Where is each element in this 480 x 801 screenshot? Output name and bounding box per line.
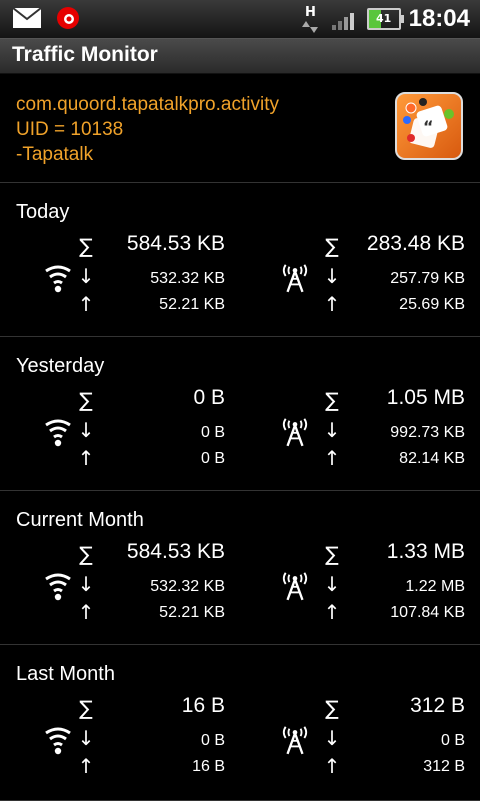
- wifi-download-value: 0 B: [200, 424, 225, 441]
- mobile-total-value: 1.33 MB: [386, 540, 465, 563]
- tapatalk-app-icon: “: [395, 92, 463, 160]
- upload-arrow-icon: ↑: [323, 600, 341, 624]
- app-header: com.quoord.tapatalkpro.activity UID = 10…: [0, 74, 480, 183]
- mobile-traffic: ∑ ↓ ↑ 1.05 MB 992.73 KB 82.14 KB: [240, 386, 480, 479]
- wifi-upload-value: 0 B: [200, 450, 225, 467]
- section-title: Current Month: [16, 509, 144, 531]
- mail-icon: [12, 7, 42, 28]
- wifi-traffic: ∑ ↓ ↑ 16 B 0 B 16 B: [0, 694, 240, 787]
- title-bar: Traffic Monitor: [0, 39, 480, 74]
- page-title: Traffic Monitor: [12, 43, 158, 66]
- mobile-upload-value: 107.84 KB: [390, 604, 465, 621]
- mobile-upload-value: 25.69 KB: [399, 296, 465, 313]
- wifi-icon: [45, 573, 71, 601]
- app-info: com.quoord.tapatalkpro.activity UID = 10…: [16, 92, 279, 167]
- mobile-traffic: ∑ ↓ ↑ 1.33 MB 1.22 MB 107.84 KB: [240, 540, 480, 633]
- download-arrow-icon: ↓: [323, 726, 341, 750]
- wifi-download-value: 0 B: [200, 732, 225, 749]
- mobile-traffic: ∑ ↓ ↑ 283.48 KB 257.79 KB 25.69 KB: [240, 232, 480, 325]
- total-symbol: ∑: [325, 696, 339, 720]
- download-arrow-icon: ↓: [77, 418, 95, 442]
- wifi-download-value: 532.32 KB: [150, 270, 225, 287]
- wifi-icon: [45, 727, 71, 755]
- wifi-upload-value: 52.21 KB: [159, 296, 225, 313]
- upload-arrow-icon: ↑: [323, 446, 341, 470]
- wifi-total-value: 584.53 KB: [126, 540, 225, 563]
- wifi-download-value: 532.32 KB: [150, 578, 225, 595]
- mobile-download-value: 992.73 KB: [390, 424, 465, 441]
- app-name: -Tapatalk: [16, 144, 94, 165]
- wifi-upload-value: 16 B: [192, 758, 225, 775]
- vodafone-icon: [57, 7, 79, 29]
- download-arrow-icon: ↓: [77, 264, 95, 288]
- battery-icon: 41: [366, 8, 404, 30]
- app-package: com.quoord.tapatalkpro.activity: [16, 94, 279, 115]
- total-symbol: ∑: [325, 542, 339, 566]
- mobile-total-value: 1.05 MB: [386, 386, 465, 409]
- wifi-icon: [45, 265, 71, 293]
- total-symbol: ∑: [325, 234, 339, 258]
- wifi-total-value: 16 B: [181, 694, 225, 717]
- download-arrow-icon: ↓: [323, 264, 341, 288]
- tapatalk-logo-icon: “: [403, 98, 454, 148]
- download-arrow-icon: ↓: [77, 726, 95, 750]
- status-clock: 18:04: [408, 5, 470, 32]
- upload-arrow-icon: ↑: [323, 754, 341, 778]
- mobile-traffic: ∑ ↓ ↑ 312 B 0 B 312 B: [240, 694, 480, 787]
- total-symbol: ∑: [79, 388, 93, 412]
- mobile-download-value: 1.22 MB: [405, 578, 465, 595]
- traffic-section-yesterday: Yesterday ∑ ↓ ↑ 0 B 0 B 0 B ∑ ↓ ↑ 1.05 M…: [0, 337, 480, 491]
- total-symbol: ∑: [79, 696, 93, 720]
- mobile-download-value: 0 B: [440, 732, 465, 749]
- app-uid: UID = 10138: [16, 119, 124, 140]
- upload-arrow-icon: ↑: [77, 600, 95, 624]
- cell-tower-icon: [282, 418, 308, 447]
- upload-arrow-icon: ↑: [77, 754, 95, 778]
- wifi-traffic: ∑ ↓ ↑ 0 B 0 B 0 B: [0, 386, 240, 479]
- signal-icon: [331, 13, 354, 30]
- download-arrow-icon: ↓: [77, 572, 95, 596]
- traffic-section-today: Today ∑ ↓ ↑ 584.53 KB 532.32 KB 52.21 KB: [0, 183, 480, 337]
- upload-arrow-icon: ↑: [77, 292, 95, 316]
- wifi-upload-value: 52.21 KB: [159, 604, 225, 621]
- mobile-upload-value: 312 B: [423, 758, 465, 775]
- svg-text:H: H: [305, 5, 316, 20]
- upload-arrow-icon: ↑: [323, 292, 341, 316]
- total-symbol: ∑: [325, 388, 339, 412]
- svg-text:“: “: [423, 117, 434, 136]
- wifi-traffic: ∑ ↓ ↑ 584.53 KB 532.32 KB 52.21 KB: [0, 232, 240, 325]
- section-title: Last Month: [16, 663, 115, 685]
- cell-tower-icon: [282, 726, 308, 755]
- cell-tower-icon: [282, 572, 308, 601]
- download-arrow-icon: ↓: [323, 572, 341, 596]
- upload-arrow-icon: ↑: [77, 446, 95, 470]
- wifi-total-value: 0 B: [193, 386, 225, 409]
- section-title: Yesterday: [16, 355, 105, 377]
- total-symbol: ∑: [79, 542, 93, 566]
- mobile-total-value: 283.48 KB: [366, 232, 465, 255]
- section-title: Today: [16, 201, 70, 223]
- mobile-total-value: 312 B: [410, 694, 465, 717]
- status-bar: H 41 18:04: [0, 0, 480, 39]
- mobile-upload-value: 82.14 KB: [399, 450, 465, 467]
- total-symbol: ∑: [79, 234, 93, 258]
- cell-tower-icon: [282, 264, 308, 293]
- traffic-section-current-month: Current Month ∑ ↓ ↑ 584.53 KB 532.32 KB …: [0, 491, 480, 645]
- hspa-data-icon: H: [301, 5, 318, 33]
- mobile-download-value: 257.79 KB: [390, 270, 465, 287]
- wifi-icon: [45, 419, 71, 447]
- download-arrow-icon: ↓: [323, 418, 341, 442]
- wifi-traffic: ∑ ↓ ↑ 584.53 KB 532.32 KB 52.21 KB: [0, 540, 240, 633]
- traffic-section-last-month: Last Month ∑ ↓ ↑ 16 B 0 B 16 B ∑ ↓ ↑ 312…: [0, 645, 480, 801]
- wifi-total-value: 584.53 KB: [126, 232, 225, 255]
